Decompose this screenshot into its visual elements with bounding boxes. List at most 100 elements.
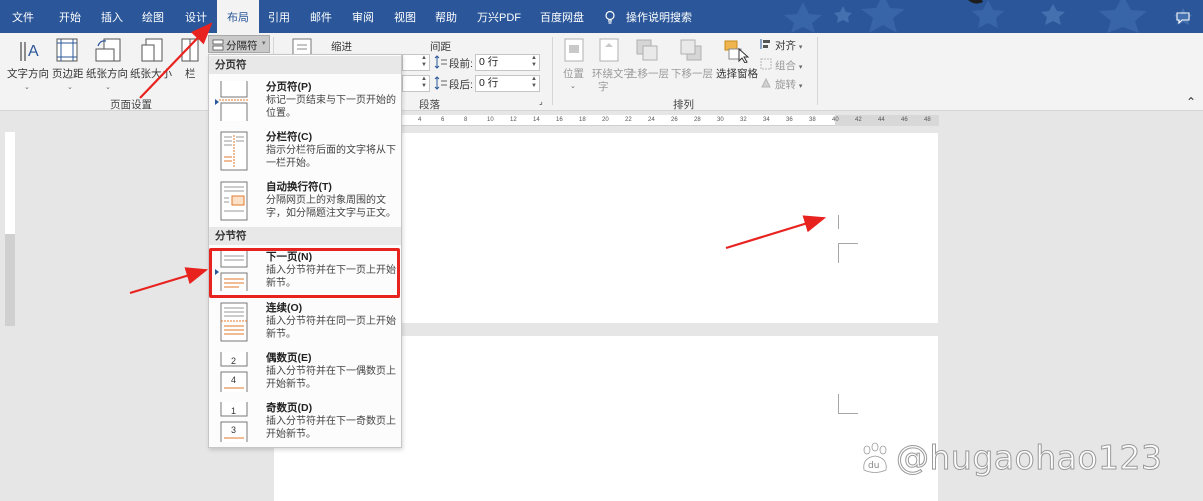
bring-forward-button[interactable]: 上移一层 xyxy=(627,66,669,81)
continuous-icon xyxy=(220,302,248,342)
tab-3[interactable]: 绘图 xyxy=(133,0,173,33)
breaks-button[interactable]: 分隔符 ▾ xyxy=(208,35,270,53)
ruler-tick-label: 40 xyxy=(832,117,839,123)
page-break-icon xyxy=(219,81,249,121)
paper-size-button[interactable]: 纸张大小 xyxy=(130,66,172,81)
page-break-item[interactable]: 分页符(P) 标记一页结束与下一页开始的位置。 xyxy=(209,79,401,129)
odd-page-section-break-item[interactable]: 1 3 奇数页(D) 插入分节符并在下一奇数页上开始新节。 xyxy=(209,400,401,450)
chevron-down-icon: ▾ xyxy=(262,40,266,47)
columns-icon xyxy=(181,38,199,62)
tab-0[interactable]: 文件 xyxy=(8,0,38,33)
svg-text:3: 3 xyxy=(231,425,236,435)
text-wrapping-break-icon xyxy=(220,181,248,221)
columns-button[interactable]: 栏 xyxy=(185,66,196,81)
tab-11[interactable]: 万兴PDF xyxy=(471,0,527,33)
breaks-dropdown-menu: 分页符 分页符(P) 标记一页结束与下一页开始的位置。 分栏符(C) 指示分栏符… xyxy=(208,54,402,448)
margin-corner-mark xyxy=(838,394,858,414)
tab-12[interactable]: 百度网盘 xyxy=(532,0,592,33)
indent-left-spinner[interactable]: ▲ ▼ xyxy=(402,54,430,71)
tab-9[interactable]: 视图 xyxy=(385,0,425,33)
margins-icon xyxy=(56,38,78,62)
svg-text:2: 2 xyxy=(231,356,236,366)
ruler-tick-label: 38 xyxy=(809,117,816,123)
ruler-tick-label: 20 xyxy=(602,117,609,123)
vertical-ruler xyxy=(0,112,18,501)
align-button[interactable]: 对齐 ▾ xyxy=(775,38,802,53)
continuous-section-break-item[interactable]: 连续(O) 插入分节符并在同一页上开始新节。 xyxy=(209,300,401,350)
dialog-launcher-icon[interactable]: ⌟ xyxy=(539,97,543,106)
chevron-down-icon: ⌄ xyxy=(105,84,111,91)
section-breaks-header: 分节符 xyxy=(209,227,401,245)
ruler-tick-label: 8 xyxy=(464,117,468,123)
breaks-icon xyxy=(212,39,224,51)
indent-right-spinner[interactable]: ▲ ▼ xyxy=(402,75,430,92)
collapse-ribbon-icon[interactable]: ⌃ xyxy=(1186,95,1196,109)
lightbulb-icon xyxy=(605,10,615,24)
space-before-input[interactable]: 0 行 ▲ ▼ xyxy=(475,54,540,71)
highlight-box xyxy=(209,248,400,298)
group-icon xyxy=(760,58,772,70)
space-after-icon xyxy=(434,76,447,90)
svg-text:du: du xyxy=(868,461,879,471)
watermark: du @hugaohao123 xyxy=(858,438,1188,478)
chevron-down-icon: ⌄ xyxy=(24,84,30,91)
tab-2[interactable]: 插入 xyxy=(92,0,132,33)
page-setup-group-label: 页面设置 xyxy=(110,99,152,111)
group-button[interactable]: 组合 ▾ xyxy=(775,58,802,73)
ruler-tick-label: 30 xyxy=(717,117,724,123)
group-divider xyxy=(552,37,553,105)
paragraph-group-label: 段落 xyxy=(419,99,440,111)
ruler-tick-label: 48 xyxy=(924,117,931,123)
text-cursor xyxy=(838,215,839,229)
orientation-button[interactable]: 纸张方向 xyxy=(86,66,128,81)
ruler-tick-label: 4 xyxy=(418,117,422,123)
tab-10[interactable]: 帮助 xyxy=(426,0,466,33)
space-after-input[interactable]: 0 行 ▲ ▼ xyxy=(475,75,540,92)
wrap-text-line2: 字 xyxy=(598,81,609,93)
text-direction-button[interactable]: 文字方向 xyxy=(7,66,49,81)
ruler-tick-label: 28 xyxy=(694,117,701,123)
ruler-tick-label: 16 xyxy=(556,117,563,123)
wrap-text-icon xyxy=(599,38,619,62)
tab-5[interactable]: 布局 xyxy=(217,0,259,33)
margin-corner-mark xyxy=(838,243,858,263)
align-icon xyxy=(760,39,770,49)
rotate-button[interactable]: 旋转 ▾ xyxy=(775,77,802,92)
baidu-paw-icon: du xyxy=(863,442,887,473)
tab-1[interactable]: 开始 xyxy=(50,0,90,33)
ruler-tick-label: 10 xyxy=(487,117,494,123)
tab-4[interactable]: 设计 xyxy=(176,0,216,33)
text-wrapping-break-item[interactable]: 自动换行符(T) 分隔网页上的对象周围的文字，如分隔题注文字与正文。 xyxy=(209,179,401,229)
column-break-icon xyxy=(220,131,248,171)
selection-pane-button[interactable]: 选择窗格 xyxy=(716,66,758,81)
orientation-icon xyxy=(95,38,121,62)
even-page-section-break-item[interactable]: 2 4 偶数页(E) 插入分节符并在下一偶数页上开始新节。 xyxy=(209,350,401,400)
odd-page-icon: 1 3 xyxy=(220,402,248,442)
ruler-tick-label: 14 xyxy=(533,117,540,123)
ruler-tick-label: 46 xyxy=(901,117,908,123)
svg-text:A: A xyxy=(28,43,39,60)
ruler-tick-label: 18 xyxy=(579,117,586,123)
spacing-label: 间距 xyxy=(430,41,451,53)
svg-text:4: 4 xyxy=(231,375,236,385)
tab-8[interactable]: 审阅 xyxy=(343,0,383,33)
tab-6[interactable]: 引用 xyxy=(259,0,299,33)
arrow-to-next-page xyxy=(129,267,209,295)
column-break-item[interactable]: 分栏符(C) 指示分栏符后面的文字将从下一栏开始。 xyxy=(209,129,401,179)
ruler-tick-label: 36 xyxy=(786,117,793,123)
ruler-tick-label: 32 xyxy=(740,117,747,123)
ruler-tick-label: 42 xyxy=(855,117,862,123)
ruler-tick-label: 26 xyxy=(671,117,678,123)
tell-me-search[interactable]: 操作说明搜索 xyxy=(624,0,694,33)
ruler-tick-label: 44 xyxy=(878,117,885,123)
send-backward-button[interactable]: 下移一层 xyxy=(671,66,713,81)
paper-size-icon xyxy=(141,38,163,62)
ruler-tick-label: 22 xyxy=(625,117,632,123)
comment-icon[interactable] xyxy=(1176,12,1190,24)
indent-label: 缩进 xyxy=(331,41,352,53)
tab-7[interactable]: 邮件 xyxy=(301,0,341,33)
margins-button[interactable]: 页边距 xyxy=(52,66,84,81)
watermark-text: @hugaohao123 xyxy=(896,438,1163,478)
page-breaks-header: 分页符 xyxy=(209,56,401,74)
rotate-icon xyxy=(761,77,771,88)
